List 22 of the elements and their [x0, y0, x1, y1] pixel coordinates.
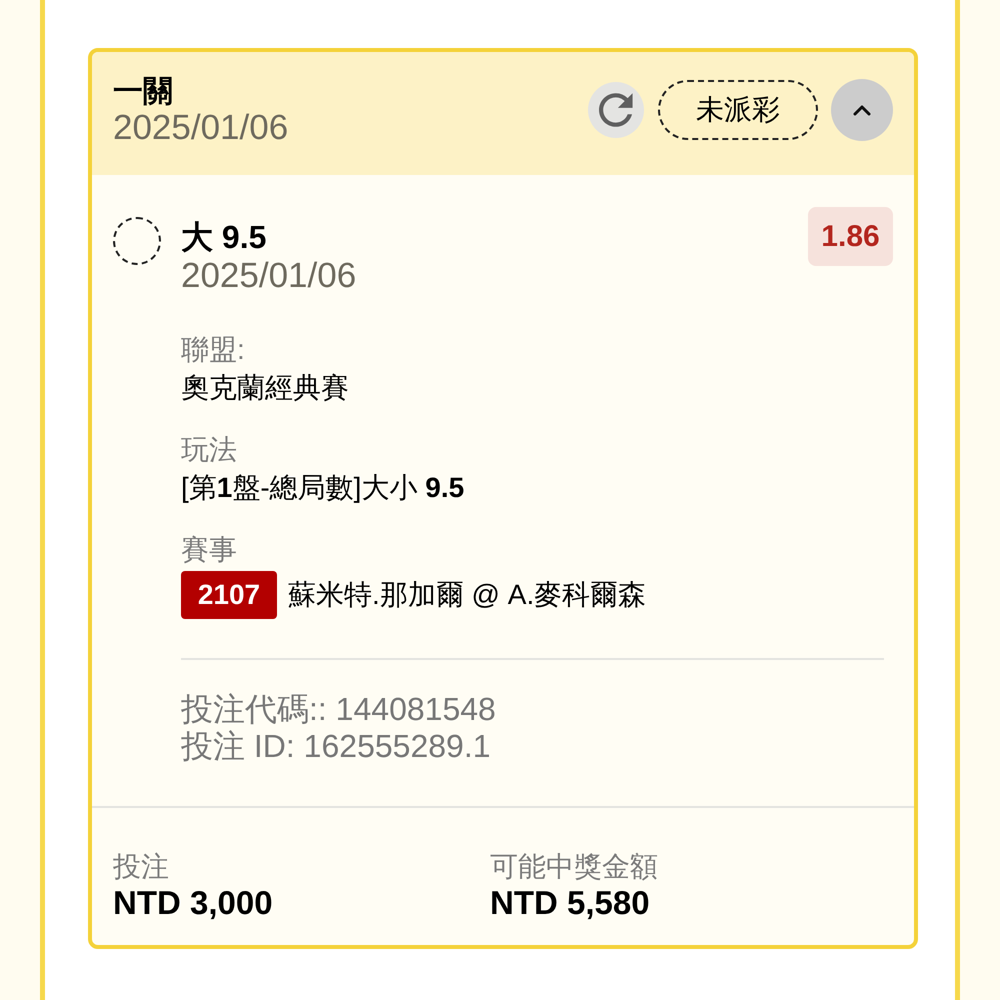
selection-title: 大 9.5 — [181, 218, 268, 257]
event-code-tag: 2107 — [181, 571, 277, 619]
select-checkbox[interactable] — [113, 217, 161, 265]
bet-reference: 投注代碼:: 144081548 — [181, 691, 497, 728]
chevron-up-icon — [853, 104, 871, 116]
bet-type-title: 一關 — [113, 74, 174, 110]
detail-value: 奧克蘭經典賽 — [181, 371, 350, 405]
status-tag: 未派彩 — [658, 80, 818, 140]
event-teams: 蘇米特.那加爾 @ A.麥科爾森 — [288, 578, 646, 612]
total-label: 投注 — [113, 850, 170, 884]
detail-value: [第1盤-總局數]大小 9.5 — [181, 471, 466, 505]
detail-label: 聯盟: — [181, 333, 246, 367]
total-label: 可能中獎金額 — [490, 850, 659, 884]
detail-label: 賽事 — [181, 533, 238, 567]
bet-date: 2025/01/06 — [113, 110, 288, 146]
bet-reference: 投注 ID: 162555289.1 — [181, 728, 492, 765]
detail-label: 玩法 — [181, 433, 238, 467]
odds-tag: 1.86 — [808, 207, 893, 266]
selection-date: 2025/01/06 — [181, 257, 358, 295]
total-amount: NTD 3,000 — [113, 885, 274, 921]
total-amount: NTD 5,580 — [490, 885, 651, 921]
refresh-icon — [599, 93, 633, 127]
